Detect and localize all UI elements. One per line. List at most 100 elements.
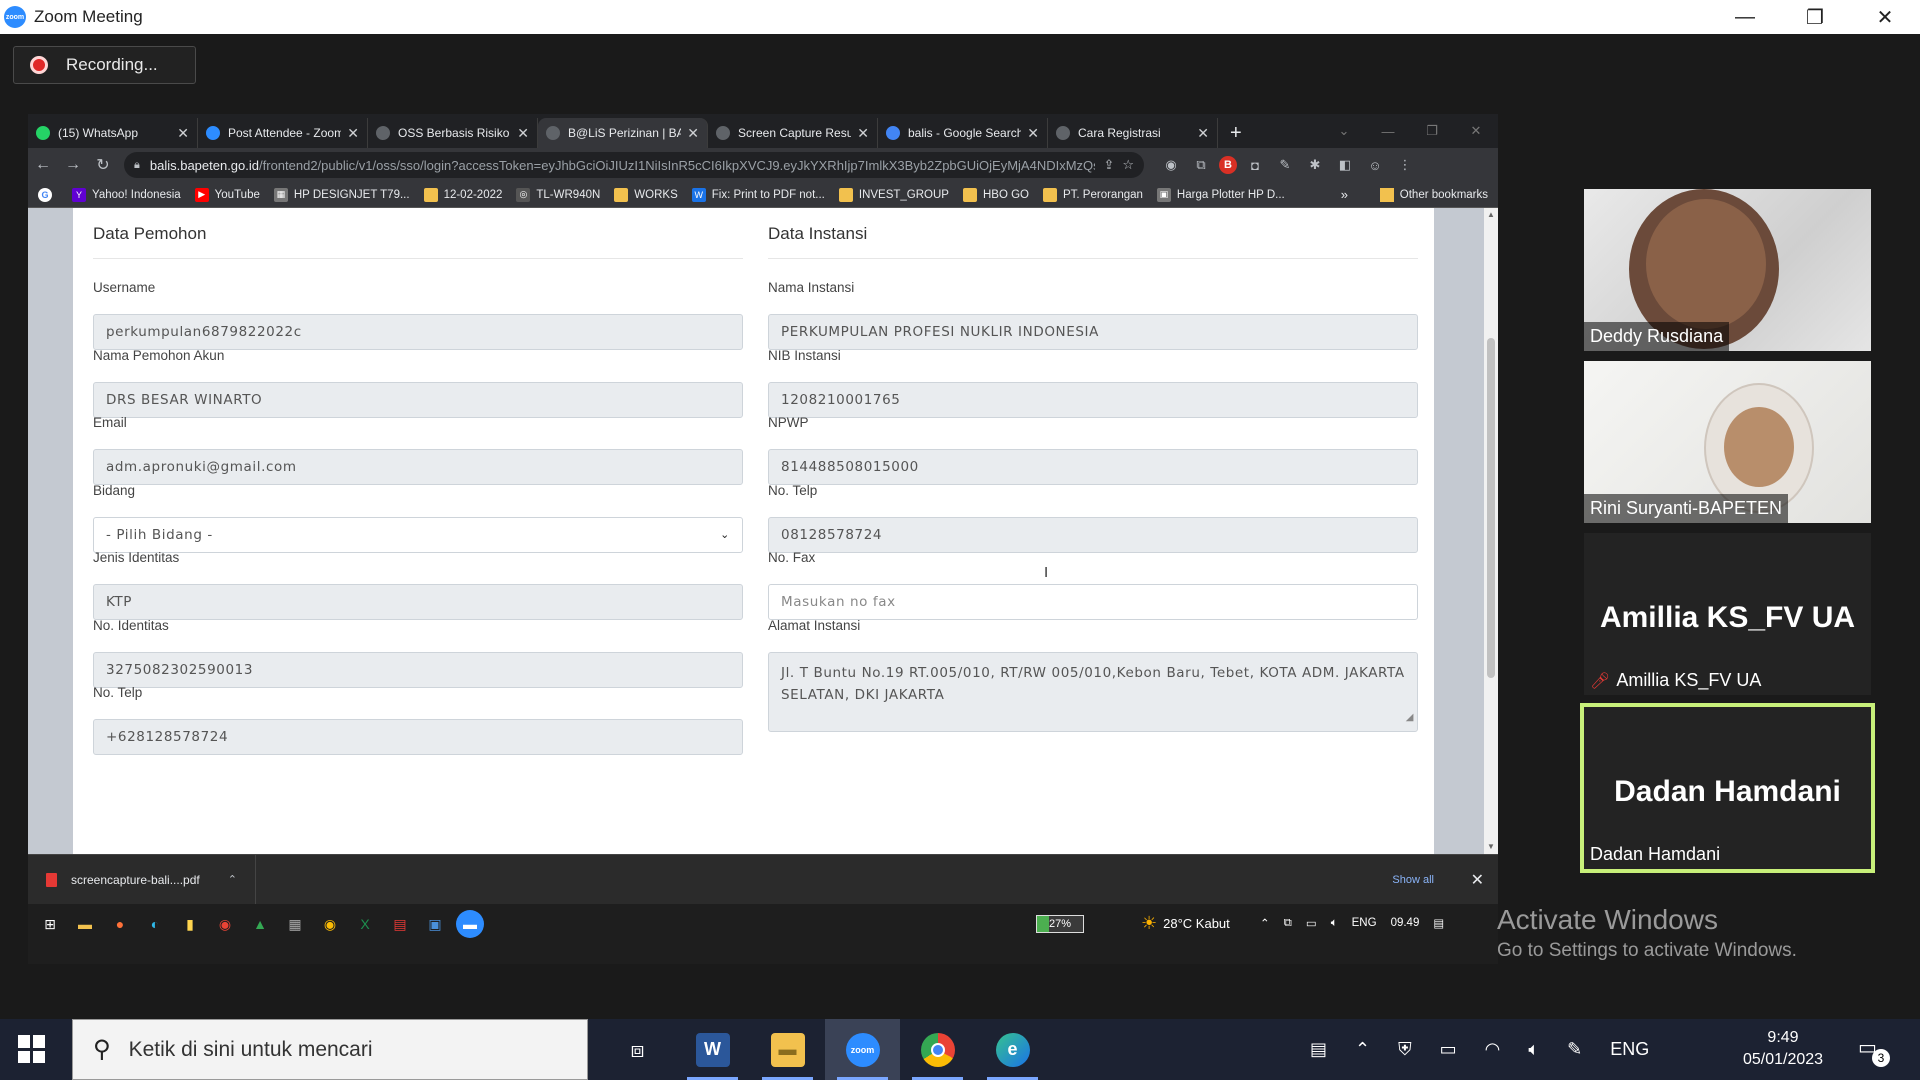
remote-app-icon[interactable]: ▦ (281, 910, 309, 938)
remote-excel-icon[interactable]: X (351, 910, 379, 938)
extension-globe-icon[interactable]: ◉ (1159, 153, 1183, 177)
participant-tile[interactable]: Rini Suryanti-BAPETEN (1584, 361, 1871, 523)
side-panel-icon[interactable]: ◧ (1333, 153, 1357, 177)
remote-chrome2-icon[interactable]: ◉ (316, 910, 344, 938)
chrome-icon[interactable] (900, 1019, 975, 1080)
other-bookmarks[interactable]: Other bookmarks (1379, 187, 1488, 202)
file-explorer-icon[interactable]: ▬ (750, 1019, 825, 1080)
tray-meet-icon[interactable]: ⧉ (1284, 917, 1292, 930)
extensions-puzzle-icon[interactable]: ✱ (1303, 153, 1327, 177)
no-telp-field[interactable]: 08128578724 (768, 516, 1418, 553)
browser-tab[interactable]: B@LiS Perizinan | BAP ✕ (538, 118, 708, 148)
recording-indicator[interactable]: Recording... (13, 46, 196, 84)
pen-icon[interactable]: ✎ (1567, 1039, 1582, 1060)
download-item[interactable]: screencapture-bali....pdf ⌃ (28, 854, 256, 905)
start-button[interactable] (18, 1035, 46, 1063)
bookmark-item[interactable]: ▶ YouTube (194, 187, 260, 202)
no-identitas-field[interactable]: 3275082302590013 (93, 651, 743, 688)
tab-close-icon[interactable]: ✕ (1197, 125, 1209, 142)
scroll-up-icon[interactable]: ▲ (1484, 208, 1498, 222)
profile-avatar-icon[interactable]: ☺ (1363, 153, 1387, 177)
wifi-icon[interactable]: ◠ (1485, 1039, 1501, 1060)
bookmarks-overflow-icon[interactable]: » (1341, 187, 1348, 202)
extension-pen-icon[interactable]: ✎ (1273, 153, 1297, 177)
battery-icon[interactable]: ▭ (1440, 1039, 1457, 1060)
no-telp-field[interactable]: +628128578724 (93, 719, 743, 755)
tab-search-icon[interactable]: ⌄ (1322, 123, 1366, 139)
bookmark-item[interactable]: ▦ HP DESIGNJET T79... (273, 187, 410, 202)
tab-close-icon[interactable]: ✕ (347, 125, 359, 142)
bookmark-item[interactable]: WORKS (614, 187, 678, 202)
tab-close-icon[interactable]: ✕ (517, 125, 529, 142)
bookmark-item[interactable]: ◎ TL-WR940N (516, 187, 600, 202)
task-view-icon[interactable]: ⧈ (600, 1019, 675, 1080)
nama-instansi-field[interactable]: PERKUMPULAN PROFESI NUKLIR INDONESIA (768, 314, 1418, 350)
reload-icon[interactable]: ↻ (88, 155, 118, 175)
extension-camera-icon[interactable]: ◘ (1243, 153, 1267, 177)
restore-button[interactable]: ❐ (1780, 0, 1850, 34)
notification-center-icon[interactable]: ▭ 3 (1858, 1035, 1890, 1067)
browser-close-icon[interactable]: ✕ (1454, 123, 1498, 139)
security-shield-icon[interactable]: ⛨ (1398, 1039, 1412, 1060)
remote-lang[interactable]: ENG (1352, 917, 1377, 929)
browser-restore-icon[interactable]: ❐ (1410, 123, 1454, 139)
bidang-select[interactable]: - Pilih Bidang - ⌄ (93, 516, 743, 553)
share-icon[interactable]: ⇪ (1095, 157, 1114, 173)
extension-b-icon[interactable]: B (1219, 156, 1237, 174)
remote-zoom-icon[interactable]: ▬ (456, 910, 484, 938)
show-all-link[interactable]: Show all (1392, 874, 1434, 886)
no-fax-input[interactable]: Masukan no fax (768, 584, 1418, 620)
tray-chevron-icon[interactable]: ⌃ (1260, 916, 1270, 930)
remote-viewer-icon[interactable]: ▣ (421, 910, 449, 938)
scroll-thumb[interactable] (1487, 338, 1495, 678)
tab-close-icon[interactable]: ✕ (687, 125, 699, 142)
volume-icon[interactable]: 🔈︎ (1528, 1039, 1539, 1060)
tab-close-icon[interactable]: ✕ (1027, 125, 1039, 142)
participant-tile[interactable]: Amillia KS_FV UA 🎤︎ Amillia KS_FV UA (1584, 533, 1871, 695)
participant-tile-active-speaker[interactable]: Dadan Hamdani Dadan Hamdani (1580, 703, 1875, 873)
close-download-bar-icon[interactable]: ✕ (1471, 870, 1484, 890)
resize-grip-icon[interactable]: ◢ (1406, 707, 1414, 729)
browser-tab[interactable]: Cara Registrasi ✕ (1048, 118, 1218, 148)
tray-battery-icon[interactable]: ▭ (1306, 916, 1317, 930)
scroll-down-icon[interactable]: ▼ (1484, 840, 1498, 854)
email-field[interactable]: adm.apronuki@gmail.com (93, 449, 743, 485)
extension-translate-icon[interactable]: ⧉ (1189, 153, 1213, 177)
browser-minimize-icon[interactable]: — (1366, 124, 1410, 139)
jenis-identitas-field[interactable]: KTP (93, 584, 743, 620)
remote-notification-icon[interactable]: ▤ (1433, 916, 1444, 930)
bookmark-item[interactable]: 12-02-2022 (423, 187, 502, 202)
nama-pemohon-akun-field[interactable]: DRS BESAR WINARTO (93, 381, 743, 418)
browser-tab[interactable]: (15) WhatsApp ✕ (28, 118, 198, 148)
remote-chrome-icon[interactable]: ◉ (211, 910, 239, 938)
minimize-button[interactable]: — (1710, 0, 1780, 34)
remote-acrobat-icon[interactable]: ▤ (386, 910, 414, 938)
bookmark-item[interactable]: HBO GO (962, 187, 1029, 202)
forward-icon[interactable]: → (58, 156, 88, 174)
taskbar-search[interactable]: ⚲ Ketik di sini untuk mencari (72, 1019, 588, 1080)
page-scrollbar[interactable]: ▲ ▼ (1484, 208, 1498, 854)
remote-time[interactable]: 09.49 (1391, 917, 1420, 929)
npwp-field[interactable]: 814488508015000 (768, 449, 1418, 485)
browser-tab[interactable]: Screen Capture Result ✕ (708, 118, 878, 148)
browser-tab[interactable]: Post Attendee - Zoom ✕ (198, 118, 368, 148)
address-bar[interactable]: 🔒︎ balis.bapeten.go.id /frontend2/public… (124, 152, 1144, 178)
alamat-instansi-textarea[interactable]: Jl. T Buntu No.19 RT.005/010, RT/RW 005/… (768, 651, 1418, 732)
apps-google-icon[interactable]: G (38, 187, 58, 202)
bookmark-item[interactable]: ▣ Harga Plotter HP D... (1156, 187, 1285, 202)
zoom-taskbar-icon[interactable]: zoom (825, 1019, 900, 1080)
chevron-up-icon[interactable]: ⌃ (228, 873, 237, 886)
remote-explorer-icon[interactable]: ▬ (71, 910, 99, 938)
word-icon[interactable]: W (675, 1019, 750, 1080)
remote-firefox-icon[interactable]: ● (106, 910, 134, 938)
new-tab-icon[interactable]: + (1218, 118, 1254, 148)
tray-chevron-icon[interactable]: ⌃ (1355, 1039, 1370, 1060)
bookmark-item[interactable]: W Fix: Print to PDF not... (691, 187, 825, 202)
tab-close-icon[interactable]: ✕ (177, 125, 189, 142)
bookmark-item[interactable]: Y Yahoo! Indonesia (72, 187, 181, 202)
back-icon[interactable]: ← (28, 156, 58, 174)
participant-tile[interactable]: Deddy Rusdiana (1584, 189, 1871, 351)
remote-start-icon[interactable]: ⊞ (36, 910, 64, 938)
remote-drive-icon[interactable]: ▲ (246, 910, 274, 938)
browser-tab[interactable]: balis - Google Search ✕ (878, 118, 1048, 148)
